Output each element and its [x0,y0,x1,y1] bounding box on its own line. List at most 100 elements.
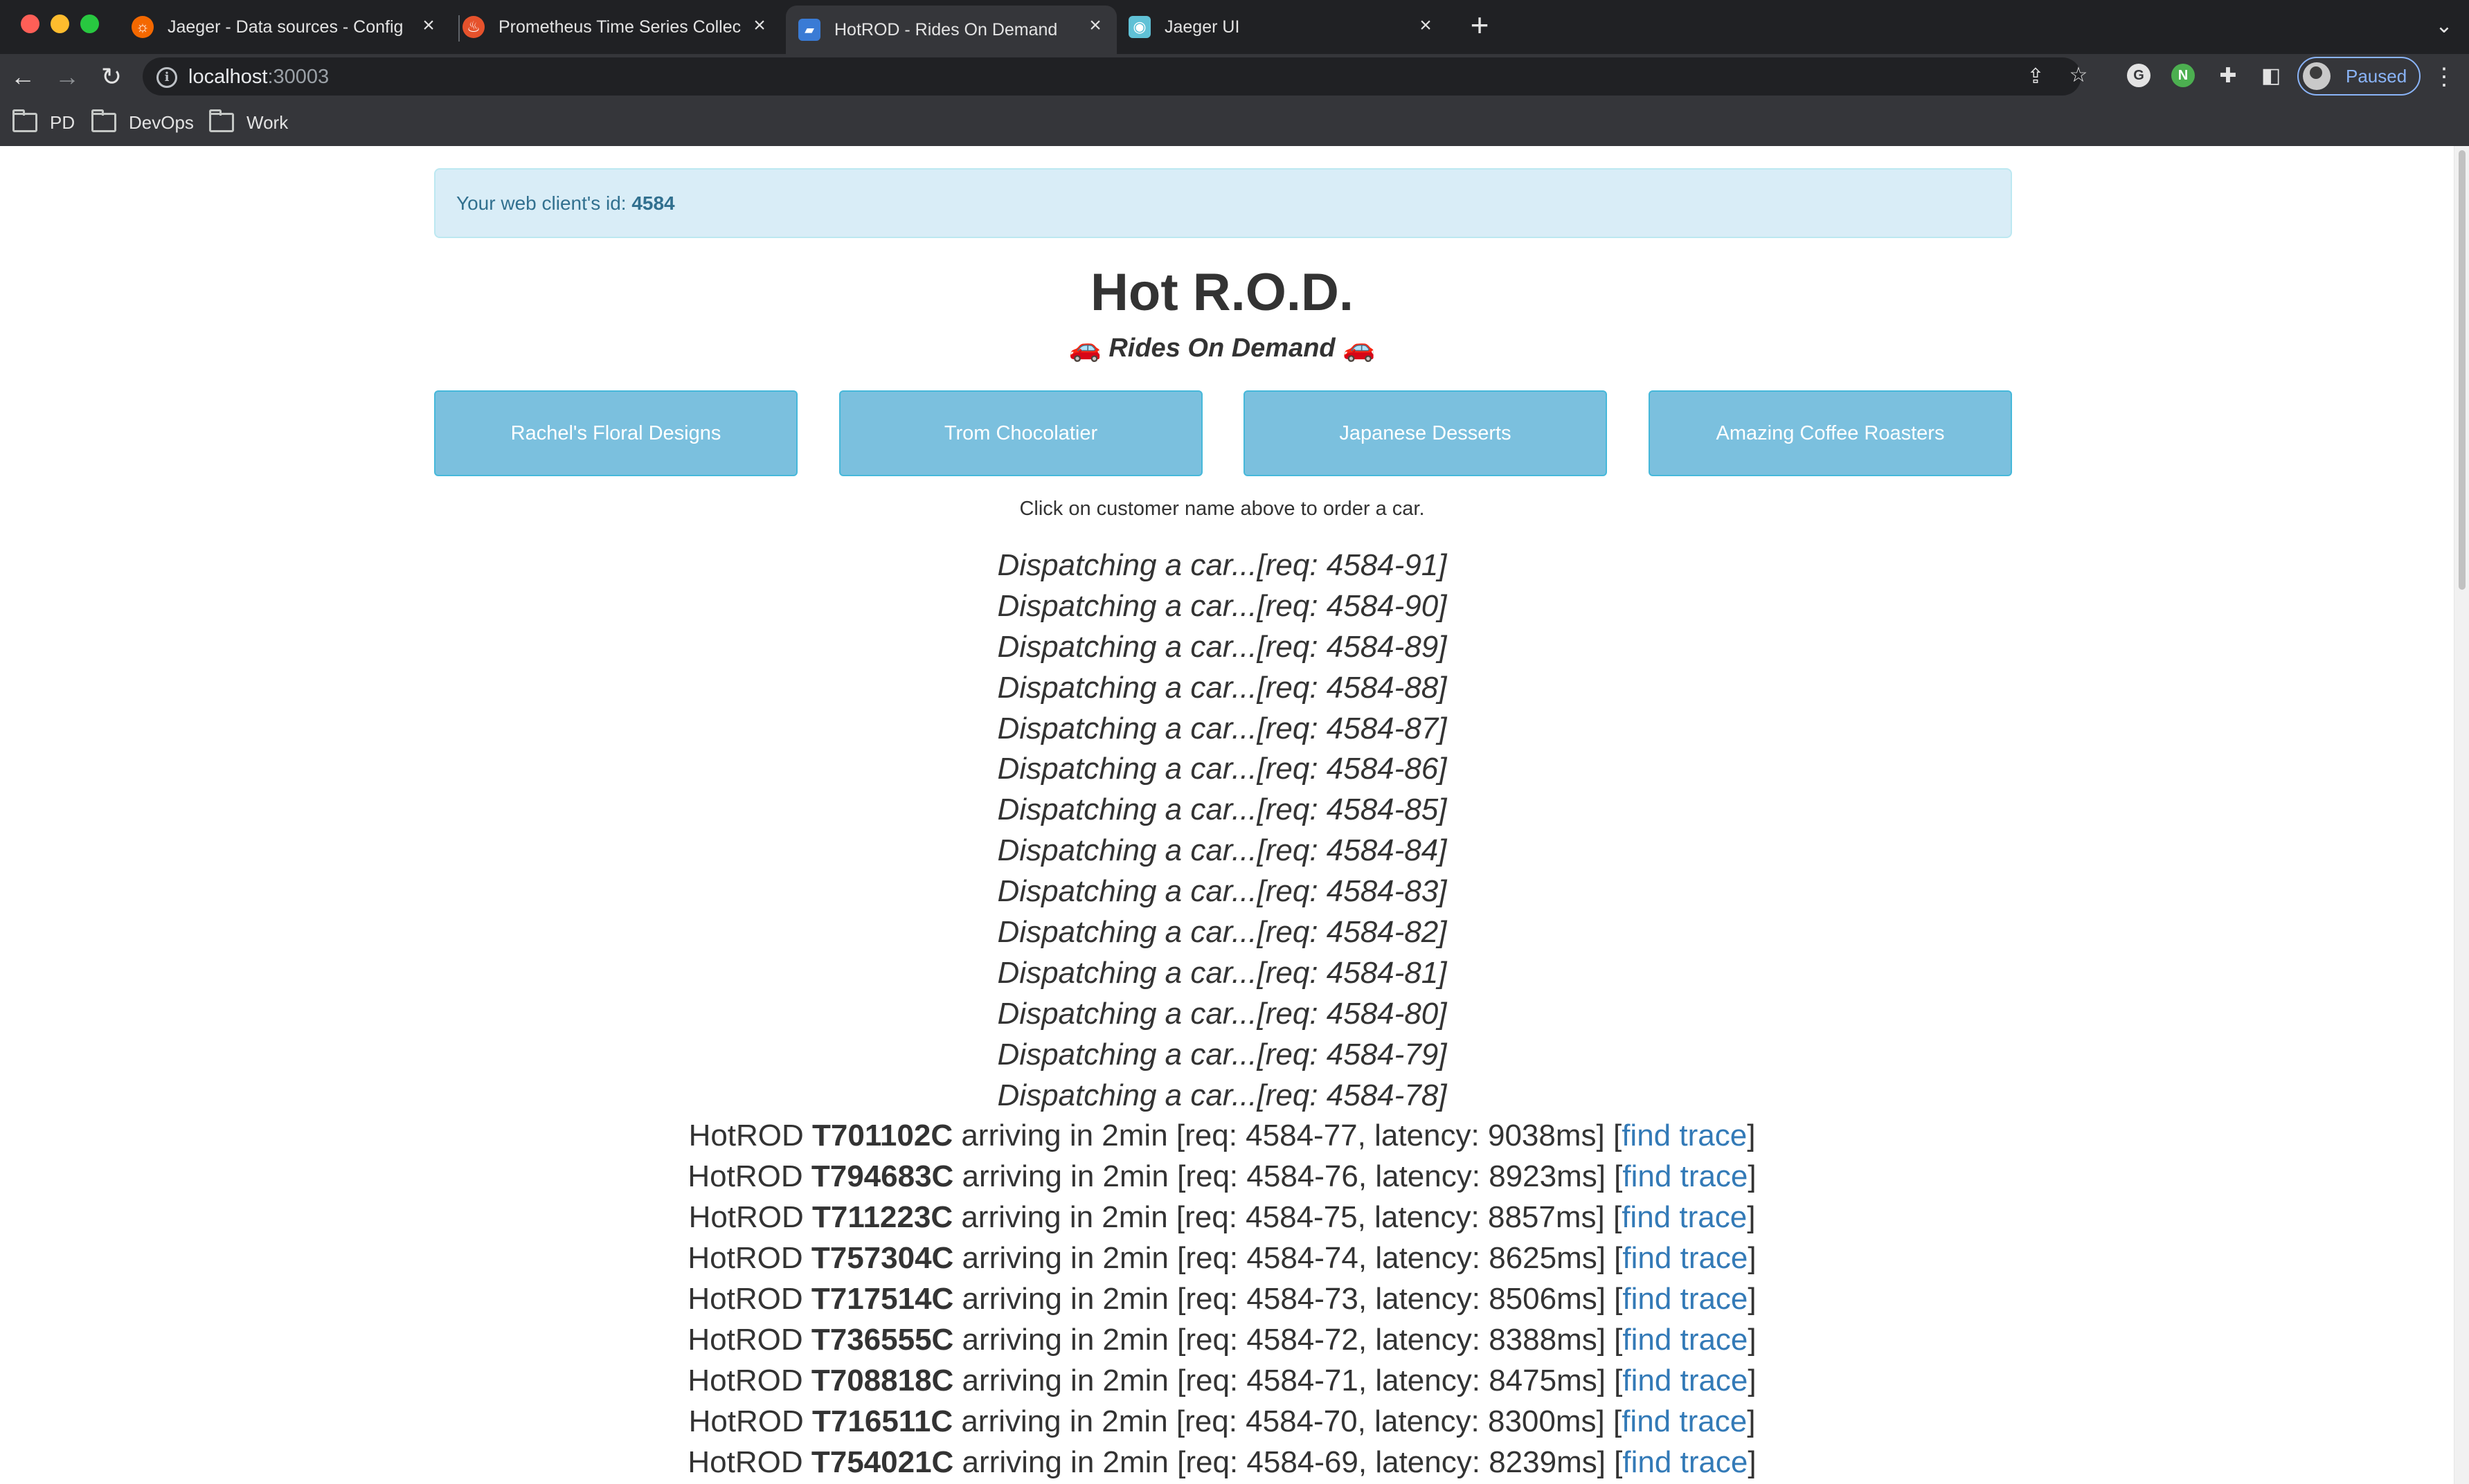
request-id: 4584-77 [1246,1119,1358,1153]
tab-jaeger[interactable]: ◉ Jaeger UI × [1129,6,1447,48]
extension-g-icon[interactable]: G [2127,64,2151,87]
dispatch-line: Dispatching a car...[req: 4584-91] [997,548,1447,582]
car-id: T711223C [812,1200,953,1235]
car-id: T716511C [812,1404,953,1438]
bookmark-folder-devops[interactable]: DevOps [91,109,194,136]
latency-value: 8923ms [1489,1159,1597,1194]
maximize-window-button[interactable] [80,15,99,33]
minimize-window-button[interactable] [51,15,69,33]
dispatch-line: Dispatching a car...[req: 4584-87] [997,711,1447,745]
tab-prometheus[interactable]: ♨ Prometheus Time Series Collec × [463,6,781,48]
close-window-button[interactable] [21,15,39,33]
address-bar[interactable]: i localhost:30003 ⇪ ☆ [143,57,2088,96]
extensions-puzzle-icon[interactable]: ✚ [2216,64,2241,89]
back-button[interactable]: ← [6,60,40,94]
latency-value: 9038ms [1487,1119,1597,1153]
dispatch-line: Dispatching a car...[req: 4584-80] [997,996,1447,1031]
dispatch-line: Dispatching a car...[req: 4584-79] [997,1037,1447,1071]
folder-icon [209,109,234,132]
browser-toolbar: ← → ↻ i localhost:30003 ⇪ ☆ G N ✚ ◧ Paus… [0,54,2469,99]
arrival-line: HotROD T716511C arriving in 2min [req: 4… [688,1404,1756,1438]
side-panel-icon[interactable]: ◧ [2259,64,2283,89]
new-tab-button[interactable]: + [1464,9,1495,41]
page-scrollbar[interactable] [2454,146,2469,1484]
scrollbar-thumb[interactable] [2459,150,2466,590]
profile-button[interactable]: Paused [2297,57,2421,96]
find-trace-link[interactable]: find trace [1622,1445,1748,1479]
dispatch-line: Dispatching a car...[req: 4584-82] [997,915,1447,950]
grafana-icon: ☼ [132,16,154,38]
latency-value: 8506ms [1489,1282,1597,1316]
bookmark-star-icon[interactable]: ☆ [2066,63,2091,88]
latency-value: 8475ms [1489,1363,1597,1397]
tab-hotrod[interactable]: ▰ HotROD - Rides On Demand × [786,6,1117,54]
customer-button-rachels-floral-designs[interactable]: Rachel's Floral Designs [434,390,798,476]
close-tab-icon[interactable]: × [749,15,770,36]
dispatch-line: Dispatching a car...[req: 4584-85] [997,793,1447,827]
latency-value: 8857ms [1487,1200,1597,1235]
dispatch-line: Dispatching a car...[req: 4584-83] [997,874,1447,909]
dispatch-line: Dispatching a car...[req: 4584-90] [997,588,1447,623]
page-subtitle: 🚗 Rides On Demand 🚗 [1068,334,1376,363]
tab-search-chevron-icon[interactable]: ⌄ [2430,12,2458,40]
dispatch-line: Dispatching a car...[req: 4584-84] [997,833,1447,868]
page-content: Your web client's id: 4584 Hot R.O.D. 🚗 … [0,146,2454,1484]
client-id-value: 4584 [631,192,675,214]
hotrod-icon: ▰ [798,19,820,41]
bookmark-folder-work[interactable]: Work [209,109,288,136]
car-icon: 🚗 [1068,334,1102,363]
customer-button-trom-chocolatier[interactable]: Trom Chocolatier [839,390,1203,476]
browser-chrome: ☼ Jaeger - Data sources - Config × ♨ Pro… [0,0,2469,146]
latency-value: 8239ms [1489,1445,1597,1479]
request-id: 4584-70 [1246,1404,1358,1438]
car-id: T794683C [811,1159,954,1194]
request-id: 4584-72 [1246,1322,1358,1357]
bookmarks-bar: PD DevOps Work [0,99,2469,146]
forward-button[interactable]: → [50,60,84,94]
tab-grafana[interactable]: ☼ Jaeger - Data sources - Config × [132,6,450,48]
dispatch-line: Dispatching a car...[req: 4584-86] [997,752,1447,786]
latency-value: 8625ms [1489,1241,1597,1276]
find-trace-link[interactable]: find trace [1622,1241,1748,1275]
site-info-icon[interactable]: i [156,67,177,88]
dispatch-line: Dispatching a car...[req: 4584-78] [997,1078,1447,1112]
find-trace-link[interactable]: find trace [1622,1200,1747,1234]
arrival-line: HotROD T757304C arriving in 2min [req: 4… [688,1241,1757,1276]
request-id: 4584-75 [1246,1200,1358,1235]
car-id: T717514C [811,1282,954,1316]
car-id: T757304C [811,1241,954,1276]
car-id: T754021C [811,1445,954,1479]
find-trace-link[interactable]: find trace [1622,1282,1748,1316]
folder-icon [12,109,37,132]
latency-value: 8388ms [1489,1322,1597,1357]
dispatch-line: Dispatching a car...[req: 4584-89] [997,629,1447,664]
arrival-line: HotROD T701102C arriving in 2min [req: 4… [688,1119,1756,1153]
customer-button-japanese-desserts[interactable]: Japanese Desserts [1244,390,1607,476]
extension-n-icon[interactable]: N [2171,64,2195,87]
customer-button-amazing-coffee-roasters[interactable]: Amazing Coffee Roasters [1649,390,2012,476]
browser-menu-icon[interactable]: ⋮ [2432,61,2456,93]
find-trace-link[interactable]: find trace [1622,1364,1748,1397]
arrival-line: HotROD T794683C arriving in 2min [req: 4… [688,1159,1757,1194]
close-tab-icon[interactable]: × [418,15,439,36]
find-trace-link[interactable]: find trace [1622,1404,1747,1438]
close-tab-icon[interactable]: × [1085,15,1106,36]
page-title: Hot R.O.D. [1090,263,1354,322]
close-tab-icon[interactable]: × [1415,15,1436,36]
find-trace-link[interactable]: find trace [1622,1159,1748,1193]
find-trace-link[interactable]: find trace [1622,1323,1748,1357]
jaeger-icon: ◉ [1129,16,1151,38]
folder-icon [91,109,116,132]
arrival-line: HotROD T754021C arriving in 2min [req: 4… [688,1445,1757,1479]
dispatch-line: Dispatching a car...[req: 4584-81] [997,955,1447,990]
share-icon[interactable]: ⇪ [2023,64,2048,89]
request-id: 4584-74 [1246,1241,1358,1276]
find-trace-link[interactable]: find trace [1622,1119,1747,1152]
url-text: localhost:30003 [188,66,330,88]
reload-button[interactable]: ↻ [94,60,129,94]
bookmark-folder-pd[interactable]: PD [12,109,75,136]
dispatch-line: Dispatching a car...[req: 4584-88] [997,670,1447,705]
arrival-line: HotROD T708818C arriving in 2min [req: 4… [688,1363,1757,1397]
car-id: T701102C [812,1119,953,1153]
car-id: T736555C [811,1322,954,1357]
